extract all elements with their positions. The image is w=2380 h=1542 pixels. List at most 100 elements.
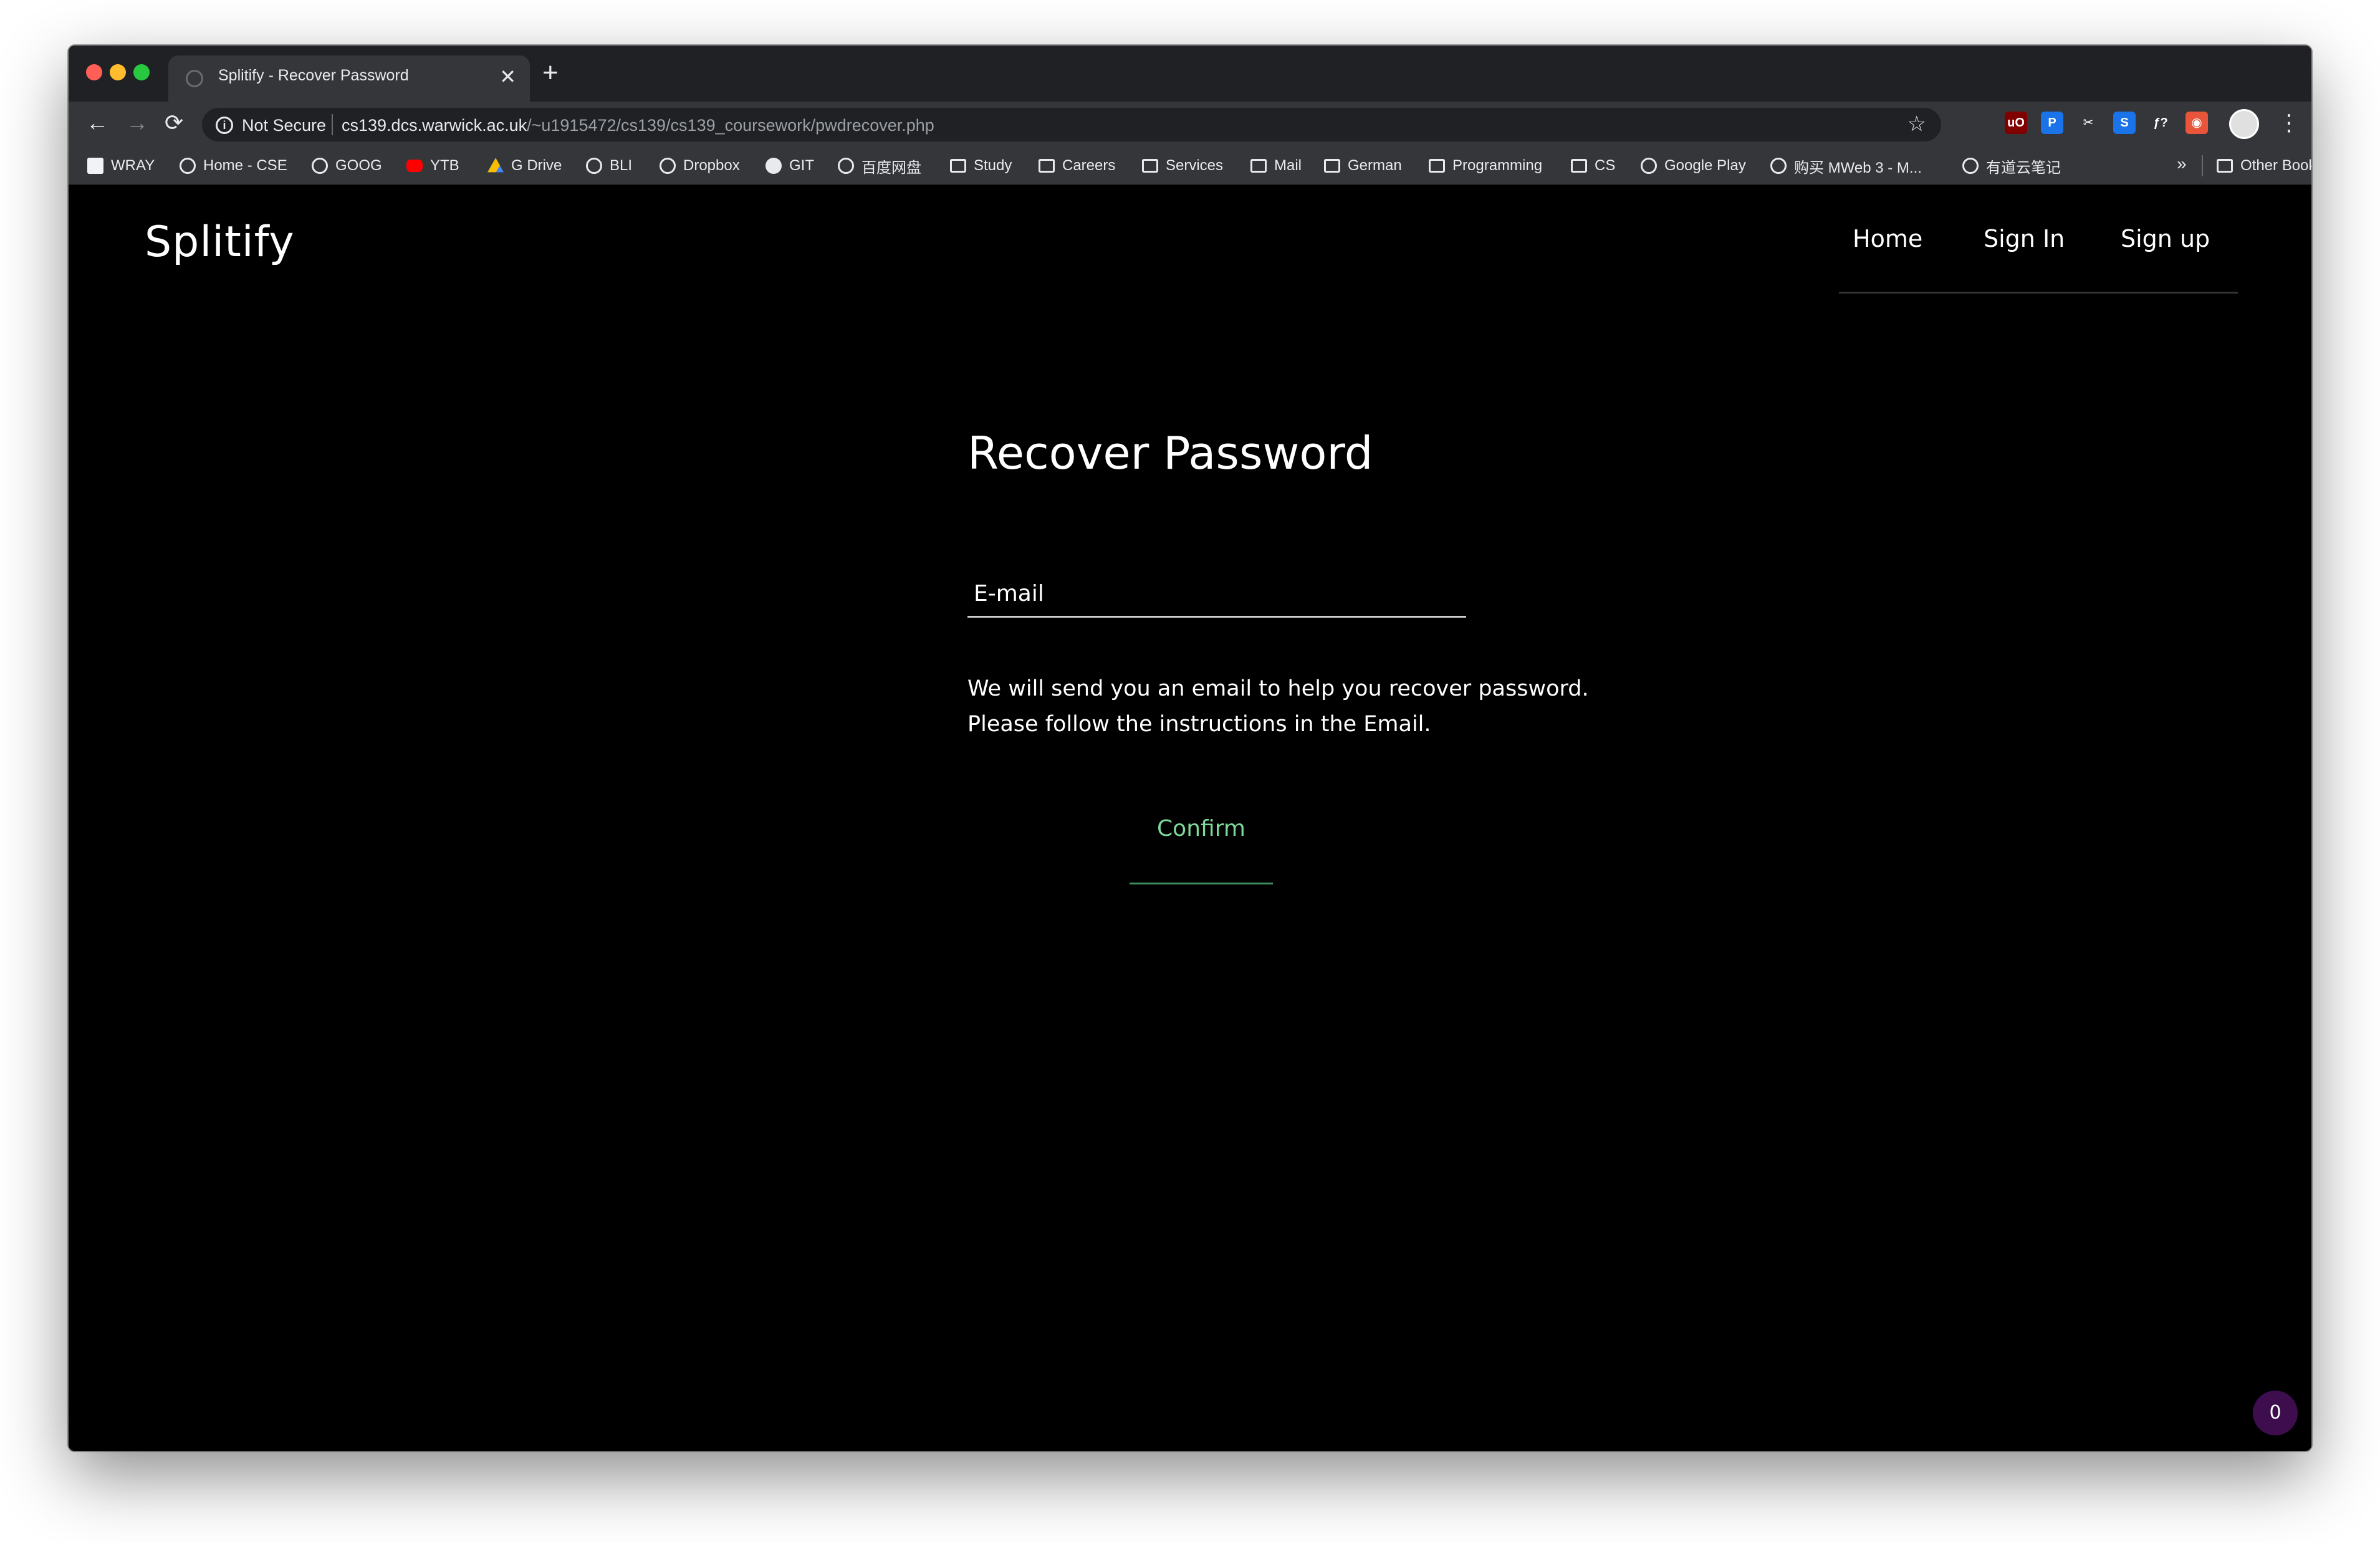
site-logo[interactable]: Splitify [145,218,295,267]
close-window-button[interactable] [86,64,102,80]
folder-icon [1250,159,1267,173]
bookmark-item[interactable]: Services [1142,155,1223,176]
new-tab-button[interactable]: + [542,59,559,87]
bookmark-label: CS [1595,157,1616,174]
bookmarks-divider [2202,155,2203,176]
bookmark-label: Services [1166,157,1224,174]
bookmark-label: Google Play [1664,157,1746,174]
globe-icon [1770,158,1787,174]
bookmark-item[interactable]: Home - CSE [180,155,287,176]
color-picker-icon[interactable]: ◉ [2186,112,2208,134]
url-text[interactable]: cs139.dcs.warwick.ac.uk/~u1915472/cs139/… [342,116,934,135]
email-field[interactable] [967,572,1466,616]
globe-icon [1641,158,1657,174]
bookmark-item[interactable]: 百度网盘 [838,155,921,176]
bookmark-label: WRAY [111,157,155,174]
star-icon[interactable]: ☆ [1907,112,1926,136]
bookmark-label: 百度网盘 [861,159,921,176]
site-nav: Home Sign In Sign up [1839,223,2238,294]
reload-icon[interactable]: ⟳ [165,109,183,136]
google-drive-icon [487,158,504,173]
url-host: cs139.dcs.warwick.ac.uk [342,116,527,135]
browser-window: Splitify - Recover Password ✕ + ← → ⟳ i … [69,45,2311,1451]
page-content: Splitify Home Sign In Sign up Recover Pa… [69,185,2311,1451]
bookmark-item[interactable]: YTB [406,155,459,176]
other-bookmarks[interactable]: Other Bookmarks [2217,155,2311,176]
email-field-wrapper [967,572,1466,618]
bookmark-label: 有道云笔记 [1986,159,2061,176]
bookmark-label: 购买 MWeb 3 - M... [1794,159,1922,176]
bookmarks-bar: WRAY Home - CSE GOOG YTB G Drive BLI Dropbox GI… [69,146,2311,185]
back-arrow-icon[interactable]: ← [86,109,108,136]
page-title: Recover Password [967,427,1373,479]
confirm-button[interactable]: Confirm [1130,808,1273,884]
bookmark-item[interactable]: WRAY [87,155,155,176]
browser-toolbar: ← → ⟳ i Not Secure cs139.dcs.warwick.ac.… [69,102,2311,146]
ublock-icon[interactable]: uO [2005,112,2027,134]
bookmark-item[interactable]: Mail [1250,155,1302,176]
globe-icon [186,70,203,87]
folder-icon [1324,159,1340,173]
bookmarks-overflow-button[interactable]: » [2177,154,2187,174]
bookmark-item[interactable]: German [1324,155,1402,176]
nav-home-link[interactable]: Home [1853,225,1922,252]
tab-title: Splitify - Recover Password [218,67,409,84]
folder-icon [2217,159,2233,173]
globe-icon [586,158,602,174]
globe-icon [838,158,854,174]
bookmark-item[interactable]: GOOG [312,155,382,176]
bookmark-label: Home - CSE [203,157,287,174]
globe-icon [180,158,196,174]
security-status[interactable]: Not Secure [242,116,326,135]
bookmark-item[interactable]: Programming [1429,155,1542,176]
extension-s-icon[interactable]: S [2113,112,2136,134]
bookmark-label: German [1348,157,1402,174]
maximize-window-button[interactable] [133,64,150,80]
bookmark-item[interactable]: 有道云笔记 [1962,155,2061,176]
bookmark-item[interactable]: Google Play [1641,155,1746,176]
more-menu-icon[interactable]: ⋮ [2278,109,2300,136]
bookmark-label: GOOG [335,157,382,174]
bookmark-item[interactable]: BLI [586,155,632,176]
nav-sign-in-link[interactable]: Sign In [1984,225,2065,252]
globe-icon [312,158,328,174]
folder-icon [1039,159,1055,173]
url-path: /~u1915472/cs139/cs139_coursework/pwdrec… [527,116,934,135]
formula-icon[interactable]: ƒ? [2149,112,2172,134]
notification-badge[interactable]: 0 [2253,1391,2298,1435]
instructions-line-1: We will send you an email to help you re… [967,676,1589,701]
youtube-icon [406,160,423,172]
folder-icon [950,159,966,173]
forward-arrow-icon[interactable]: → [126,109,148,136]
bookmark-item[interactable]: Study [950,155,1012,176]
scissors-icon[interactable]: ✂ [2077,112,2099,134]
bookmark-item[interactable]: 购买 MWeb 3 - M... [1770,155,1922,176]
extension-p-icon[interactable]: P [2041,112,2063,134]
folder-icon [1142,159,1158,173]
bookmark-label: Study [974,157,1012,174]
bookmark-label: Programming [1452,157,1543,174]
minimize-window-button[interactable] [110,64,126,80]
bookmark-item[interactable]: G Drive [487,155,562,176]
bookmark-item[interactable]: GIT [765,155,814,176]
bookmark-item[interactable]: Careers [1039,155,1115,176]
folder-icon [1571,159,1587,173]
profile-avatar[interactable] [2229,109,2259,139]
close-icon[interactable]: ✕ [499,64,516,89]
bookmark-label: Dropbox [683,157,740,174]
github-icon [765,158,782,174]
bookmark-label: Mail [1274,157,1302,174]
instructions-text: We will send you an email to help you re… [967,671,1589,742]
bookmark-item[interactable]: CS [1571,155,1615,176]
address-bar[interactable]: i Not Secure cs139.dcs.warwick.ac.uk/~u1… [202,108,1941,141]
bookmark-label: GIT [789,157,814,174]
globe-icon [660,158,676,174]
tab-strip: Splitify - Recover Password ✕ + [69,45,2311,102]
bookmark-item[interactable]: Dropbox [660,155,740,176]
bookmark-label: YTB [430,157,459,174]
nav-sign-up-link[interactable]: Sign up [2121,225,2210,252]
folder-icon [1429,159,1445,173]
tab-active[interactable]: Splitify - Recover Password ✕ [168,55,530,102]
image-icon [87,158,103,174]
info-icon[interactable]: i [216,117,233,134]
